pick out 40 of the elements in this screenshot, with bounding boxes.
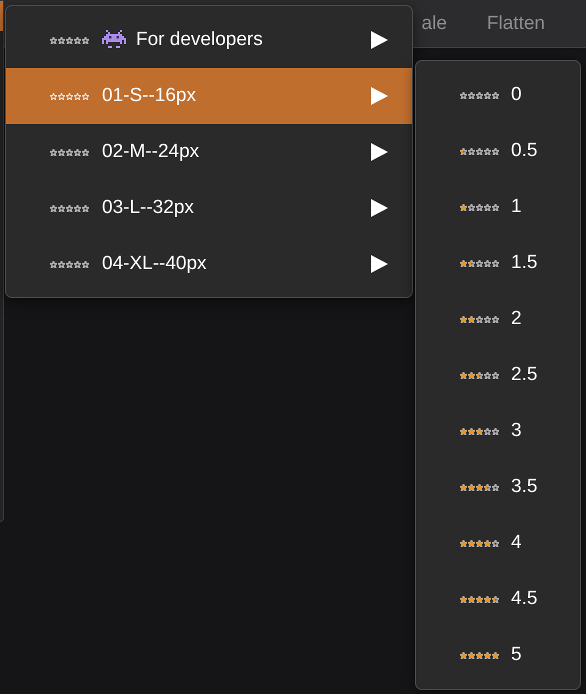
menu-item[interactable]: 3	[416, 403, 580, 459]
submenu-arrow-icon	[371, 87, 388, 105]
menu-item-label: 4.5	[511, 588, 538, 610]
toolbar-item[interactable]: ale	[422, 12, 447, 34]
menu-item-label: 04-XL--40px	[102, 253, 207, 275]
menu-item[interactable]: 03-L--32px	[6, 180, 412, 236]
menu-item-label: 3.5	[511, 476, 538, 498]
menu-item-label: 1	[511, 196, 522, 218]
menu-item-label: 5	[511, 644, 522, 666]
submenu-arrow-icon	[371, 255, 388, 273]
menu-item-label: 0.5	[511, 140, 538, 162]
menu-item-label: 2.5	[511, 364, 538, 386]
menu-item[interactable]: 4.5	[416, 571, 580, 627]
menu-item[interactable]: 4	[416, 515, 580, 571]
menu-item-label: 03-L--32px	[102, 197, 194, 219]
menu-item-label: 01-S--16px	[102, 85, 196, 107]
menu-item[interactable]: 2	[416, 291, 580, 347]
menu-item[interactable]: 01-S--16px	[6, 68, 412, 124]
toolbar-item[interactable]: Flatten	[486, 12, 545, 34]
menu-item-label: 02-M--24px	[102, 141, 200, 163]
submenu-arrow-icon	[371, 143, 388, 161]
menu-item-label: 4	[511, 532, 522, 554]
submenu-arrow-icon	[371, 199, 388, 217]
menu-item[interactable]: 0	[416, 67, 580, 123]
menu-item[interactable]: 3.5	[416, 459, 580, 515]
menu-item-label: 0	[511, 84, 522, 106]
menu-item[interactable]: 04-XL--40px	[6, 236, 412, 292]
menu-item[interactable]: For developers	[6, 12, 412, 68]
menu-item-label: 3	[511, 420, 522, 442]
menu-item-label: 1.5	[511, 252, 538, 274]
menu-item[interactable]: 1	[416, 179, 580, 235]
menu-item[interactable]: 1.5	[416, 235, 580, 291]
submenu-arrow-icon	[371, 31, 388, 49]
menu-item[interactable]: 5	[416, 627, 580, 683]
menu-item[interactable]: 02-M--24px	[6, 124, 412, 180]
space-invader-icon	[102, 30, 126, 50]
menu-item-label: 2	[511, 308, 522, 330]
menu-item[interactable]: 2.5	[416, 347, 580, 403]
menu-item-label: For developers	[136, 29, 263, 51]
menu-item[interactable]: 0.5	[416, 123, 580, 179]
